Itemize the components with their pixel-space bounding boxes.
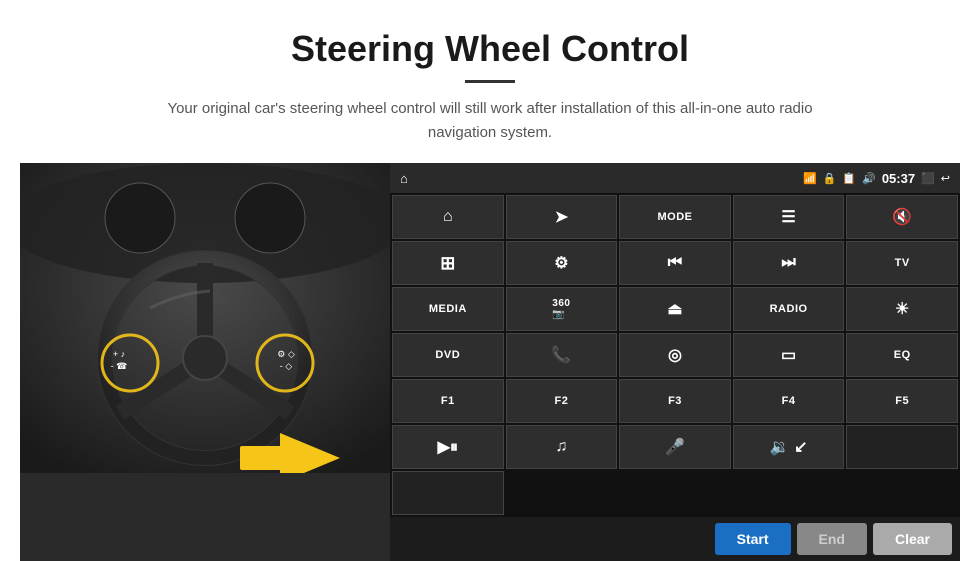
btn-home[interactable]: ⌂: [392, 195, 504, 239]
btn-next[interactable]: ⏭: [733, 241, 845, 285]
btn-mute[interactable]: 🔇: [846, 195, 958, 239]
home-status-icon: ⌂: [400, 171, 408, 186]
sim-icon: 📋: [842, 172, 856, 185]
button-grid: ⌂ ➤ MODE ☰ 🔇 ⊞ ⚙ ⏮ ⏭ TV MEDIA 360📷 ⏏ RAD…: [390, 193, 960, 517]
btn-f1[interactable]: F1: [392, 379, 504, 423]
btn-f3[interactable]: F3: [619, 379, 731, 423]
page-title: Steering Wheel Control: [40, 28, 940, 70]
svg-text:- ☎: - ☎: [111, 361, 128, 371]
start-button[interactable]: Start: [715, 523, 791, 555]
svg-text:+ ♪: + ♪: [113, 349, 125, 359]
btn-f5[interactable]: F5: [846, 379, 958, 423]
btn-playpause[interactable]: ▶⏸: [392, 425, 504, 469]
btn-dvd[interactable]: DVD: [392, 333, 504, 377]
content-area: + ♪ - ☎ ⚙ ◇ - ◇ ⌂ 📶 🔒: [0, 163, 980, 561]
btn-f2[interactable]: F2: [506, 379, 618, 423]
btn-screen[interactable]: ▭: [733, 333, 845, 377]
btn-bright[interactable]: ☀: [846, 287, 958, 331]
end-button[interactable]: End: [797, 523, 867, 555]
screen-icon: ⬛: [921, 172, 935, 185]
wifi-icon: 📶: [803, 172, 817, 185]
btn-phone[interactable]: 📞: [506, 333, 618, 377]
steering-wheel-svg: + ♪ - ☎ ⚙ ◇ - ◇: [20, 163, 390, 473]
subtitle-text: Your original car's steering wheel contr…: [150, 97, 830, 145]
btn-f4[interactable]: F4: [733, 379, 845, 423]
title-divider: [465, 80, 515, 83]
btn-media[interactable]: MEDIA: [392, 287, 504, 331]
btn-eject[interactable]: ⏏: [619, 287, 731, 331]
btn-list[interactable]: ☰: [733, 195, 845, 239]
control-panel: ⌂ 📶 🔒 📋 🔊 05:37 ⬛ ↩ ⌂ ➤ MODE ☰: [390, 163, 960, 561]
btn-empty2: [392, 471, 504, 515]
btn-apps[interactable]: ⊞: [392, 241, 504, 285]
btn-mode[interactable]: MODE: [619, 195, 731, 239]
btn-settings[interactable]: ⚙: [506, 241, 618, 285]
page-wrapper: Steering Wheel Control Your original car…: [0, 0, 980, 561]
car-image: + ♪ - ☎ ⚙ ◇ - ◇: [20, 163, 390, 561]
status-time: 05:37: [882, 171, 915, 186]
btn-sat[interactable]: ◎: [619, 333, 731, 377]
btn-cam360[interactable]: 360📷: [506, 287, 618, 331]
svg-text:- ◇: - ◇: [280, 361, 292, 371]
lock-icon: 🔒: [823, 172, 837, 185]
clear-button[interactable]: Clear: [873, 523, 952, 555]
btn-nav[interactable]: ➤: [506, 195, 618, 239]
btn-volphone[interactable]: 🔉 ↙: [733, 425, 845, 469]
status-right: 📶 🔒 📋 🔊 05:37 ⬛ ↩: [803, 171, 950, 186]
svg-text:⚙ ◇: ⚙ ◇: [277, 349, 295, 359]
btn-prev[interactable]: ⏮: [619, 241, 731, 285]
back-icon: ↩: [941, 172, 950, 185]
btn-tv[interactable]: TV: [846, 241, 958, 285]
status-bar: ⌂ 📶 🔒 📋 🔊 05:37 ⬛ ↩: [390, 163, 960, 193]
btn-eq[interactable]: EQ: [846, 333, 958, 377]
btn-radio[interactable]: RADIO: [733, 287, 845, 331]
header-section: Steering Wheel Control Your original car…: [0, 0, 980, 163]
btn-music[interactable]: ♫: [506, 425, 618, 469]
btn-empty1: [846, 425, 958, 469]
status-left: ⌂: [400, 171, 408, 186]
action-bar: Start End Clear: [390, 517, 960, 561]
btn-mic[interactable]: 🎤: [619, 425, 731, 469]
bt-icon: 🔊: [862, 172, 876, 185]
